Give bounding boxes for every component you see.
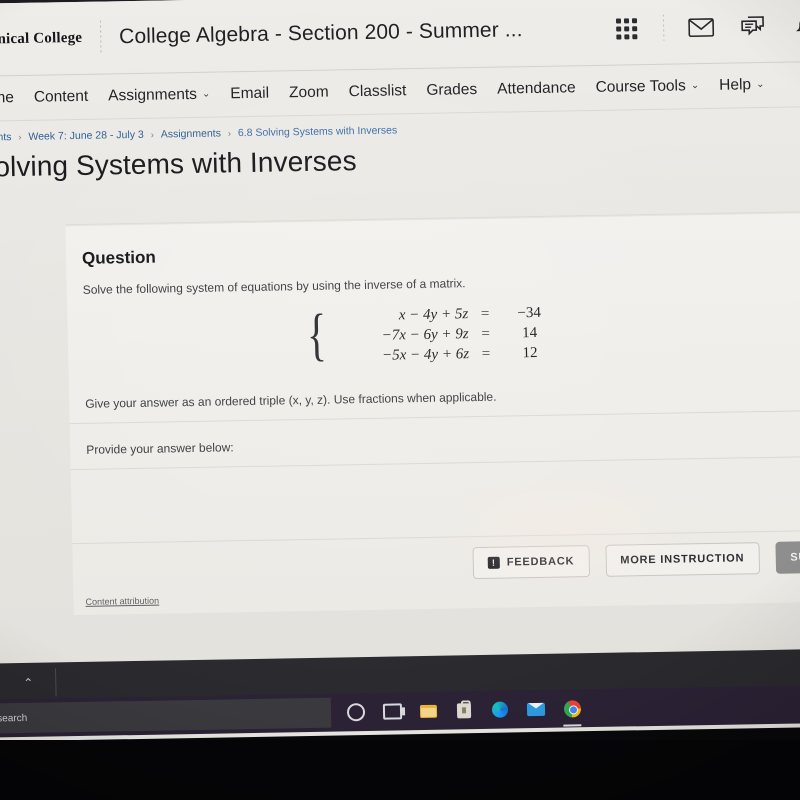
notifications-icon[interactable] <box>790 10 800 41</box>
chevron-down-icon: ⌄ <box>690 80 700 92</box>
nav-label: Home <box>0 88 15 107</box>
system-brace: { <box>306 301 328 367</box>
equation-lhs: −5x − 4y + 6z <box>381 346 470 364</box>
question-prompt: Solve the following system of equations … <box>82 276 466 297</box>
equation-row: x − 4y + 5z = −34 <box>338 305 556 326</box>
task-view-icon[interactable] <box>381 700 403 722</box>
nav-item-grades[interactable]: Grades <box>426 80 477 99</box>
equals-sign: = <box>480 305 490 322</box>
breadcrumb-separator: › <box>18 131 22 143</box>
nav-item-zoom[interactable]: Zoom <box>289 83 329 102</box>
question-card: Question Solve the following system of e… <box>65 210 800 616</box>
institution-logo[interactable]: echnical College <box>0 29 82 48</box>
search-input[interactable]: to search <box>0 697 332 734</box>
nav-label: Classlist <box>348 81 407 100</box>
more-instruction-button[interactable]: MORE INSTRUCTION <box>604 542 760 577</box>
feedback-button-label: FEEDBACK <box>506 555 575 569</box>
breadcrumb-item-current[interactable]: 6.8 Solving Systems with Inverses <box>238 124 398 139</box>
icon-divider <box>662 14 665 41</box>
content-attribution-link[interactable]: Content attribution <box>85 596 159 607</box>
chevron-down-icon: ⌄ <box>755 78 765 91</box>
chat-icon[interactable] <box>738 11 769 42</box>
nav-item-content[interactable]: Content <box>34 87 89 106</box>
question-heading: Question <box>81 247 156 268</box>
equation-row: −5x − 4y + 6z = 12 <box>339 345 557 366</box>
breadcrumb-item-week[interactable]: Week 7: June 28 - July 3 <box>28 129 144 143</box>
nav-label: Grades <box>426 80 478 99</box>
mail-icon[interactable] <box>686 12 717 43</box>
nav-label: Email <box>230 84 270 102</box>
equation-lhs: x − 4y + 5z <box>398 306 469 324</box>
breadcrumb-separator: › <box>150 129 154 140</box>
header-icon-group <box>611 9 800 43</box>
nav-label: Course Tools <box>595 76 686 96</box>
file-explorer-icon[interactable] <box>417 700 439 722</box>
equation-rhs: −34 <box>517 304 542 322</box>
course-title[interactable]: College Algebra - Section 200 - Summer .… <box>119 18 523 49</box>
breadcrumb-item-assignments[interactable]: Assignments <box>161 127 221 140</box>
breadcrumb-item-contents[interactable]: Contents <box>0 131 12 144</box>
equation-rhs: 12 <box>522 344 538 362</box>
nav-item-assignments[interactable]: Assignments ⌄ <box>108 85 211 105</box>
chevron-down-icon: ⌄ <box>201 88 211 100</box>
screen-content: Maps MLB.com echnical College College Al… <box>0 0 800 742</box>
divider <box>69 409 800 425</box>
answer-format-note: Give your answer as an ordered triple (x… <box>85 389 497 411</box>
action-button-row: ! FEEDBACK MORE INSTRUCTION SUBMIT <box>72 536 800 590</box>
microsoft-store-icon[interactable] <box>453 699 475 721</box>
scroll-up-icon[interactable]: ⌃ <box>23 676 33 690</box>
answer-label: Provide your answer below: <box>86 440 234 457</box>
chrome-browser-icon[interactable] <box>561 697 583 719</box>
equation-rhs: 14 <box>521 324 538 342</box>
nav-item-attendance[interactable]: Attendance <box>497 79 576 98</box>
app-launcher-icon[interactable] <box>611 13 642 44</box>
equation-system: { x − 4y + 5z = −34 −7x − 6y + 9z = 14 −… <box>302 301 557 367</box>
nav-label: Assignments <box>107 85 198 104</box>
feedback-button[interactable]: ! FEEDBACK <box>472 545 590 580</box>
nav-item-course-tools[interactable]: Course Tools ⌄ <box>595 77 699 97</box>
monitor-bezel-bottom <box>0 740 800 800</box>
edge-browser-icon[interactable] <box>489 698 511 720</box>
more-instruction-button-label: MORE INSTRUCTION <box>620 552 745 567</box>
lms-page: echnical College College Algebra - Secti… <box>0 0 800 664</box>
equation-row: −7x − 6y + 9z = 14 <box>338 325 556 346</box>
nav-label: Content <box>33 87 89 106</box>
feedback-icon: ! <box>487 556 500 569</box>
page-title: 8 Solving Systems with Inverses <box>0 145 357 183</box>
nav-item-email[interactable]: Email <box>230 84 269 103</box>
nav-item-home[interactable]: Home <box>0 89 14 108</box>
submit-button-label: SUBMIT <box>790 550 800 564</box>
nav-label: Zoom <box>288 83 329 101</box>
header-divider <box>99 20 102 55</box>
monitor-photo: Maps MLB.com echnical College College Al… <box>0 0 800 800</box>
equals-sign: = <box>481 345 491 362</box>
mail-app-icon[interactable] <box>525 698 547 720</box>
submit-button[interactable]: SUBMIT <box>774 540 800 574</box>
cortana-icon[interactable] <box>345 701 367 723</box>
taskbar-app-icons <box>331 697 583 723</box>
equation-lhs: −7x − 6y + 9z <box>381 326 469 344</box>
nav-label: Help <box>718 75 752 94</box>
nav-item-help[interactable]: Help ⌄ <box>719 75 765 94</box>
strip-divider <box>55 668 57 697</box>
nav-item-classlist[interactable]: Classlist <box>348 82 406 101</box>
nav-label: Attendance <box>496 78 576 98</box>
equals-sign: = <box>481 325 491 342</box>
breadcrumb-separator: › <box>227 128 231 139</box>
